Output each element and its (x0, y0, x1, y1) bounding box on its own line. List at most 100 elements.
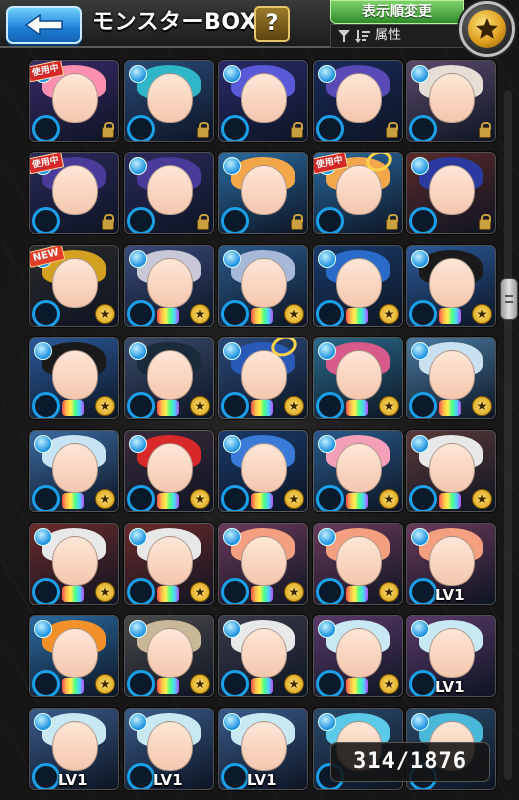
max-luck-icon (346, 678, 368, 694)
sort-order-button[interactable]: 表示順変更 (330, 0, 464, 24)
orb-slot-icon (221, 578, 249, 604)
monster-card[interactable]: ★ (313, 430, 403, 512)
portrait-face (336, 73, 382, 123)
orb-slot-icon (316, 578, 344, 604)
water-element-icon (223, 157, 241, 175)
favorite-star-icon: ★ (95, 304, 115, 324)
orb-slot-icon (127, 207, 155, 233)
monster-card[interactable]: LV1 (29, 708, 119, 790)
scrollbar-track[interactable] (500, 90, 518, 780)
water-element-icon (411, 157, 429, 175)
monster-card[interactable]: 使用中 (29, 60, 119, 142)
monster-card[interactable]: ★ (313, 337, 403, 419)
water-element-icon (129, 620, 147, 638)
monster-card[interactable]: LV1 (124, 708, 214, 790)
monster-card[interactable]: ★ (218, 523, 308, 605)
sort-value-display[interactable]: 属性 (330, 24, 464, 48)
monster-card[interactable]: ★ (218, 245, 308, 327)
monster-card[interactable]: ★ (29, 430, 119, 512)
monster-card[interactable]: LV1 (406, 523, 496, 605)
favorite-star-button[interactable] (459, 1, 515, 57)
lock-icon (102, 122, 114, 138)
water-element-icon (129, 528, 147, 546)
portrait-face (52, 628, 98, 678)
monster-card[interactable] (406, 60, 496, 142)
monster-card[interactable]: ★ (124, 430, 214, 512)
favorite-star-icon: ★ (95, 674, 115, 694)
favorite-star-icon: ★ (472, 304, 492, 324)
monster-card[interactable]: ★ (313, 523, 403, 605)
orb-slot-icon (221, 763, 249, 789)
monster-card[interactable]: LV1 (406, 615, 496, 697)
monster-card[interactable]: ★ (406, 430, 496, 512)
monster-card[interactable]: ★ (124, 245, 214, 327)
favorite-star-icon: ★ (95, 396, 115, 416)
water-element-icon (411, 713, 429, 731)
monster-card[interactable]: ★ (406, 245, 496, 327)
monster-card[interactable] (313, 60, 403, 142)
water-element-icon (34, 342, 52, 360)
monster-card[interactable]: ★ (313, 615, 403, 697)
orb-slot-icon (409, 392, 437, 418)
portrait-face (52, 73, 98, 123)
orb-slot-icon (221, 207, 249, 233)
water-element-icon (34, 620, 52, 638)
portrait-face (52, 350, 98, 400)
sort-value-label: 属性 (375, 28, 402, 43)
portrait-face (147, 628, 193, 678)
water-element-icon (129, 435, 147, 453)
monster-card[interactable]: ★ (406, 337, 496, 419)
portrait-face (147, 721, 193, 771)
portrait-face (429, 536, 475, 586)
help-button[interactable]: ? (254, 6, 290, 42)
orb-slot-icon (127, 300, 155, 326)
monster-card[interactable]: ★ (218, 615, 308, 697)
orb-slot-icon (221, 392, 249, 418)
water-element-icon (318, 65, 336, 83)
monster-card[interactable]: 使用中 (29, 152, 119, 234)
favorite-star-icon: ★ (379, 582, 399, 602)
monster-card[interactable] (124, 60, 214, 142)
favorite-star-icon: ★ (379, 396, 399, 416)
orb-slot-icon (32, 578, 60, 604)
portrait-face (241, 350, 287, 400)
portrait-face (429, 628, 475, 678)
back-button[interactable] (6, 6, 82, 44)
level-label: LV1 (435, 678, 465, 696)
monster-card[interactable] (406, 152, 496, 234)
max-luck-icon (251, 493, 273, 509)
monster-card[interactable] (218, 60, 308, 142)
monster-card[interactable]: ★ (313, 245, 403, 327)
portrait-face (147, 350, 193, 400)
water-element-icon (129, 250, 147, 268)
monster-card[interactable] (124, 152, 214, 234)
monster-card[interactable]: ★ (124, 337, 214, 419)
max-luck-icon (251, 308, 273, 324)
monster-card[interactable]: ★ (218, 337, 308, 419)
portrait-face (52, 443, 98, 493)
orb-slot-icon (409, 115, 437, 141)
water-element-icon (223, 528, 241, 546)
orb-slot-icon (32, 300, 60, 326)
monster-card[interactable]: ★ (124, 523, 214, 605)
monster-card[interactable]: ★ (29, 523, 119, 605)
portrait-face (147, 536, 193, 586)
water-element-icon (223, 65, 241, 83)
monster-card[interactable]: LV1 (218, 708, 308, 790)
favorite-star-icon: ★ (284, 304, 304, 324)
monster-card[interactable]: ★ (124, 615, 214, 697)
water-element-icon (34, 435, 52, 453)
monster-card[interactable]: ★ NEW (29, 245, 119, 327)
monster-card[interactable]: ★ (29, 615, 119, 697)
portrait-face (429, 165, 475, 215)
monster-card[interactable]: ★ (29, 337, 119, 419)
monster-card[interactable] (218, 152, 308, 234)
water-element-icon (318, 342, 336, 360)
scrollbar-thumb[interactable] (500, 278, 518, 320)
lock-icon (386, 214, 398, 230)
monster-card[interactable]: ★ (218, 430, 308, 512)
monster-card[interactable]: 使用中 (313, 152, 403, 234)
lock-icon (291, 214, 303, 230)
water-element-icon (411, 342, 429, 360)
orb-slot-icon (32, 392, 60, 418)
